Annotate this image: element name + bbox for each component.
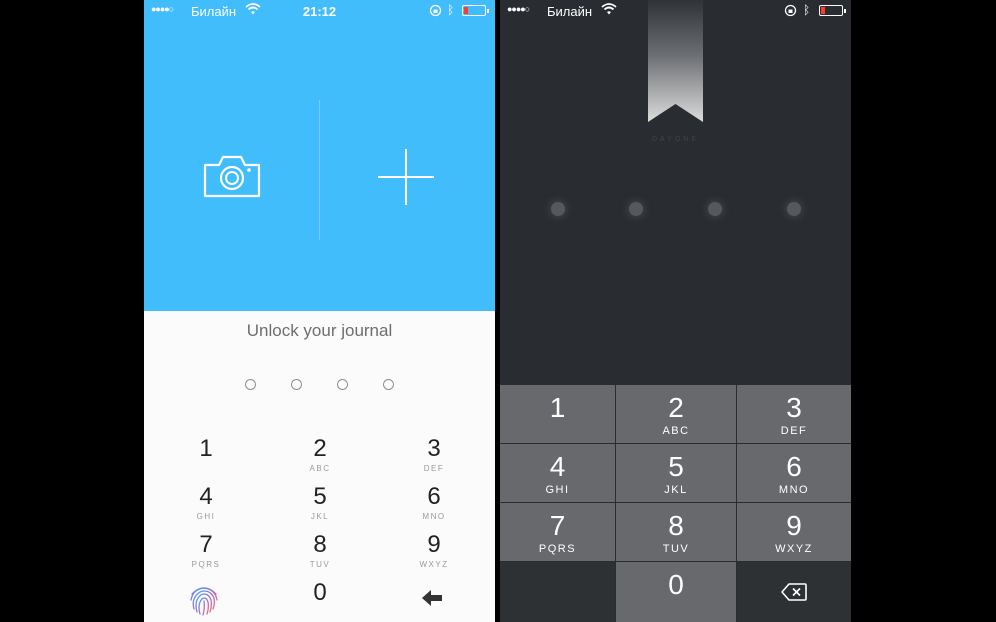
passcode-dot xyxy=(787,202,801,216)
unlock-title: Unlock your journal xyxy=(246,321,393,340)
journal-lock-screen-dark: ●●●●○ Билайн 21:13 ᛒ DAYONE xyxy=(500,0,851,622)
key-9[interactable]: 9 WXYZ xyxy=(737,503,851,561)
plus-icon[interactable] xyxy=(377,148,435,206)
key-letters: MNO xyxy=(422,512,446,521)
key-letters: DEF xyxy=(780,425,808,437)
bluetooth-icon: ᛒ xyxy=(803,3,811,17)
back-arrow-icon[interactable] xyxy=(422,589,444,607)
key-letters: TUV xyxy=(662,543,690,555)
key-number: 5 xyxy=(313,483,327,510)
key-number: 6 xyxy=(427,483,441,510)
key-number: 8 xyxy=(668,510,684,541)
key-letters: GHI xyxy=(196,512,216,521)
key-letters: WXYZ xyxy=(775,543,813,555)
passcode-dot xyxy=(245,379,256,390)
key-letters: TUV xyxy=(309,560,331,569)
passcode-dot xyxy=(708,202,722,216)
key-8[interactable]: 8 TUV xyxy=(616,503,736,561)
key-number: 1 xyxy=(199,435,213,462)
key-7[interactable]: 7 PQRS xyxy=(500,503,615,561)
key-9[interactable]: 9 WXYZ xyxy=(394,530,474,576)
key-letters: WXYZ xyxy=(419,560,449,569)
key-5[interactable]: 5 JKL xyxy=(616,444,736,502)
bluetooth-icon: ᛒ xyxy=(447,3,455,17)
key-number: 4 xyxy=(549,451,566,482)
fingerprint-icon[interactable] xyxy=(187,582,221,616)
key-number: 9 xyxy=(427,531,441,558)
key-number: 7 xyxy=(549,510,566,541)
bookmark-logo-icon xyxy=(648,0,703,122)
key-number: 4 xyxy=(199,483,213,510)
key-number: 3 xyxy=(786,392,802,423)
delete-backspace-icon xyxy=(781,583,807,601)
key-3[interactable]: 3 DEF xyxy=(394,434,474,480)
key-4[interactable]: 4 GHI xyxy=(166,482,246,528)
key-number: 2 xyxy=(668,392,684,423)
key-number: 1 xyxy=(549,392,566,423)
header-panel: ●●●●○ Билайн 21:12 ᛒ xyxy=(144,0,495,311)
battery-icon xyxy=(819,5,846,16)
key-4[interactable]: 4 GHI xyxy=(500,444,615,502)
delete-key[interactable] xyxy=(737,562,851,622)
keypad-blank xyxy=(500,562,615,622)
key-number: 7 xyxy=(199,531,213,558)
passcode-dot xyxy=(291,379,302,390)
key-letters: MNO xyxy=(778,484,810,496)
key-letters: JKL xyxy=(664,484,688,496)
passcode-dot xyxy=(337,379,348,390)
key-7[interactable]: 7 PQRS xyxy=(166,530,246,576)
key-5[interactable]: 5 JKL xyxy=(280,482,360,528)
key-number: 9 xyxy=(786,510,802,541)
key-letters: JKL xyxy=(310,512,330,521)
key-letters: ABC xyxy=(662,425,690,437)
key-1[interactable]: 1 xyxy=(166,434,246,480)
key-letters: PQRS xyxy=(538,543,577,555)
key-8[interactable]: 8 TUV xyxy=(280,530,360,576)
key-number: 5 xyxy=(668,451,684,482)
key-number: 6 xyxy=(786,451,802,482)
key-number: 8 xyxy=(313,531,327,558)
key-letters: PQRS xyxy=(191,560,221,569)
key-6[interactable]: 6 MNO xyxy=(737,444,851,502)
passcode-dot xyxy=(629,202,643,216)
rotation-lock-icon xyxy=(429,4,442,17)
journal-lock-screen-light: ●●●●○ Билайн 21:12 ᛒ Unlock your journal… xyxy=(144,0,495,622)
rotation-lock-icon xyxy=(784,4,797,17)
key-letters: GHI xyxy=(545,484,570,496)
passcode-dot xyxy=(383,379,394,390)
key-letters: ABC xyxy=(309,464,331,473)
key-0[interactable]: 0 xyxy=(280,578,360,622)
battery-icon xyxy=(462,5,489,16)
keypad: 1 2 ABC 3 DEF 4 GHI 5 JKL 6 MNO 7 PQRS 8 xyxy=(500,385,851,622)
clock: 21:12 xyxy=(302,4,337,19)
key-0[interactable]: 0 xyxy=(616,562,736,622)
key-number: 0 xyxy=(668,569,684,600)
key-1[interactable]: 1 xyxy=(500,385,615,443)
brand-caption: DAYONE xyxy=(651,136,700,143)
key-2[interactable]: 2 ABC xyxy=(280,434,360,480)
key-2[interactable]: 2 ABC xyxy=(616,385,736,443)
camera-icon[interactable] xyxy=(202,151,262,201)
key-3[interactable]: 3 DEF xyxy=(737,385,851,443)
status-bar: ●●●●○ Билайн 21:12 ᛒ xyxy=(144,0,495,22)
key-number: 2 xyxy=(313,435,327,462)
header-divider xyxy=(319,100,320,240)
key-number: 0 xyxy=(313,579,327,606)
key-letters: DEF xyxy=(423,464,445,473)
key-number: 3 xyxy=(427,435,441,462)
key-6[interactable]: 6 MNO xyxy=(394,482,474,528)
passcode-dot xyxy=(551,202,565,216)
